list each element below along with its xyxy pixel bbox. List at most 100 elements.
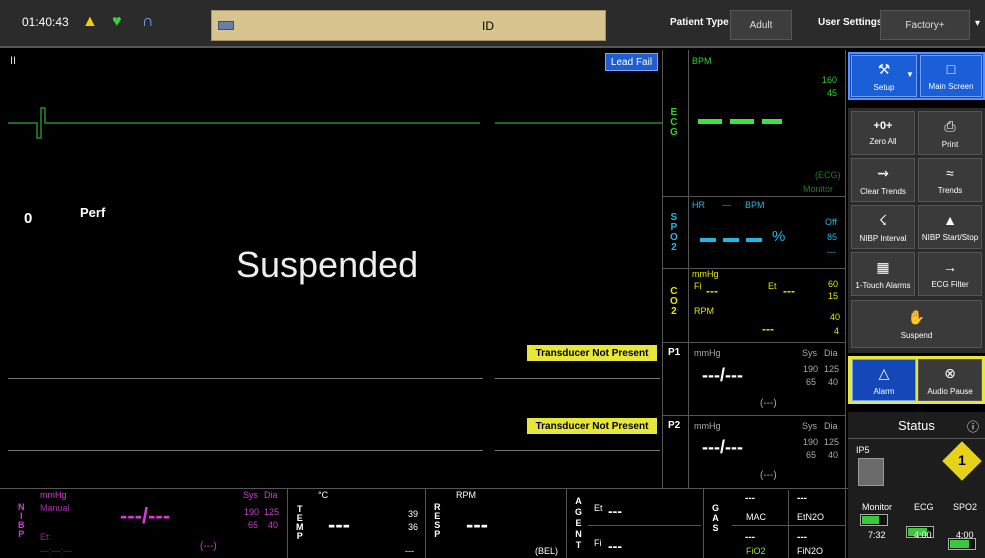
p1-transducer-alert[interactable]: Transducer Not Present: [527, 345, 657, 361]
ecg-param-label: ECG: [670, 107, 678, 138]
bell-icon[interactable]: ▲: [82, 13, 98, 31]
patient-id-field[interactable]: ID: [211, 10, 606, 41]
sep: [788, 490, 789, 558]
ecg-mode: Monitor: [803, 184, 834, 194]
battery-monitor-time: 7:32: [868, 530, 886, 540]
nibp-sys-hi: 190: [244, 507, 260, 517]
print-label: Print: [941, 139, 959, 149]
p1-baseline-tail: [495, 378, 660, 379]
p1-unit: mmHg: [694, 348, 721, 358]
perf-label: Perf: [80, 205, 106, 220]
p2-mean: (---): [760, 470, 777, 481]
sep: [848, 438, 985, 439]
heart-icon[interactable]: ♥: [112, 13, 122, 31]
chevron-down-icon[interactable]: ▾: [975, 18, 980, 29]
co2-rpm-lo: 4: [834, 326, 840, 336]
user-settings-button[interactable]: Factory+: [880, 10, 970, 40]
co2-limit-lo: 15: [828, 291, 839, 301]
p1-sys-hi: 190: [803, 364, 819, 374]
temp-limit-hi: 39: [408, 509, 419, 519]
id-card-icon: [218, 21, 234, 30]
info-icon[interactable]: ⓘ: [967, 418, 979, 435]
setup-dropdown-icon[interactable]: ▼: [906, 70, 914, 79]
nibp-start-stop-label: NIBP Start/Stop: [921, 233, 979, 242]
ecg-unit: BPM: [692, 56, 712, 66]
status-title: Status: [898, 418, 935, 433]
p1-label: P1: [668, 347, 681, 358]
sep: [588, 525, 701, 526]
p1-dia-lo: 40: [828, 377, 839, 387]
bottom-divider: [287, 488, 288, 558]
fio2-label: FiO2: [746, 546, 766, 556]
p2-dia-lo: 40: [828, 450, 839, 460]
setup-label: Setup: [873, 82, 895, 92]
clear-trends-icon: ⇝: [877, 164, 889, 181]
battery-ecg-time: 4:00: [914, 530, 932, 540]
spo2-hr-label: HR: [692, 200, 705, 210]
nibp-interval-button[interactable]: ☇ NIBP Interval: [851, 205, 915, 249]
nibp-start-stop-icon: ▲: [943, 212, 957, 228]
suspend-button[interactable]: ✋ Suspend: [851, 300, 982, 348]
nibp-interval-label: NIBP Interval: [859, 233, 907, 243]
fin2o-value: ---: [797, 532, 807, 543]
touch-alarms-button[interactable]: ▦ 1-Touch Alarms: [851, 252, 915, 296]
ecg-filter-button[interactable]: → ECG Filter: [918, 252, 982, 296]
nibp-param-label: NIBP: [18, 502, 25, 539]
param-divider: [662, 50, 663, 488]
ecg-lead-label: II: [10, 55, 17, 67]
p2-value: ---/---: [702, 437, 743, 457]
temp-unit: °C: [318, 490, 329, 500]
ecg-filter-label: ECG Filter: [931, 280, 969, 289]
trends-button[interactable]: ≈ Trends: [918, 158, 982, 202]
nibp-dia-label: Dia: [264, 490, 278, 500]
mac-value: ---: [745, 493, 755, 504]
nibp-start-stop-button[interactable]: ▲ NIBP Start/Stop: [918, 205, 982, 249]
resp-value: ---: [466, 512, 488, 537]
audio-pause-icon: ⊗: [944, 364, 956, 381]
fio2-value: ---: [745, 532, 755, 543]
agent-fi-value: ---: [608, 538, 622, 554]
main-screen-label: Main Screen: [928, 82, 974, 91]
alarm-button[interactable]: △ Alarm: [852, 359, 916, 401]
p1-mean: (---): [760, 398, 777, 409]
lead-fail-badge[interactable]: Lead Fail: [605, 53, 658, 71]
temp-param-label: TEMP: [296, 504, 304, 541]
p1-dia-label: Dia: [824, 348, 838, 358]
printer-icon: ⎙: [944, 117, 956, 134]
fin2o-label: FiN2O: [797, 546, 824, 556]
user-settings-value: Factory+: [905, 19, 945, 31]
p1-sys-label: Sys: [802, 348, 818, 358]
ecg-dash: [698, 119, 722, 124]
perf-value: 0: [24, 210, 33, 227]
nibp-sys-label: Sys: [243, 490, 259, 500]
zero-all-button[interactable]: +0+ Zero All: [851, 111, 915, 155]
trends-icon: ≈: [946, 165, 954, 181]
main-screen-button[interactable]: □ Main Screen: [920, 55, 982, 97]
nibp-dia-hi: 125: [264, 507, 280, 517]
print-button[interactable]: ⎙ Print: [918, 111, 982, 155]
bottom-divider: [566, 488, 567, 558]
p1-value: ---/---: [702, 365, 743, 385]
clock: 01:40:43: [22, 15, 69, 29]
p1-dia-hi: 125: [824, 364, 840, 374]
p2-transducer-alert[interactable]: Transducer Not Present: [527, 418, 657, 434]
user-settings-label: User Settings: [818, 17, 883, 28]
audio-pause-button[interactable]: ⊗ Audio Pause: [918, 359, 982, 401]
clear-trends-button[interactable]: ⇝ Clear Trends: [851, 158, 915, 202]
co2-rpm-hi: 40: [830, 312, 841, 322]
patient-type-label: Patient Type: [670, 17, 729, 28]
hand-icon: ✋: [907, 308, 926, 325]
ecg-dash: [730, 119, 754, 124]
co2-unit: mmHg: [692, 269, 719, 279]
suspended-banner: Suspended: [236, 244, 419, 285]
bottom-divider: [425, 488, 426, 558]
agent-et-label: Et: [594, 503, 603, 513]
resp-unit: RPM: [456, 490, 476, 500]
patient-type-button[interactable]: Adult: [730, 10, 792, 40]
resp-param-label: RESP: [434, 502, 441, 539]
ecg-limit-lo: 45: [827, 88, 838, 98]
p1-baseline: [8, 378, 483, 379]
lungs-icon[interactable]: ∩: [142, 13, 154, 31]
etn2o-value: ---: [797, 493, 807, 504]
nibp-time: ---:---:---: [40, 546, 72, 556]
